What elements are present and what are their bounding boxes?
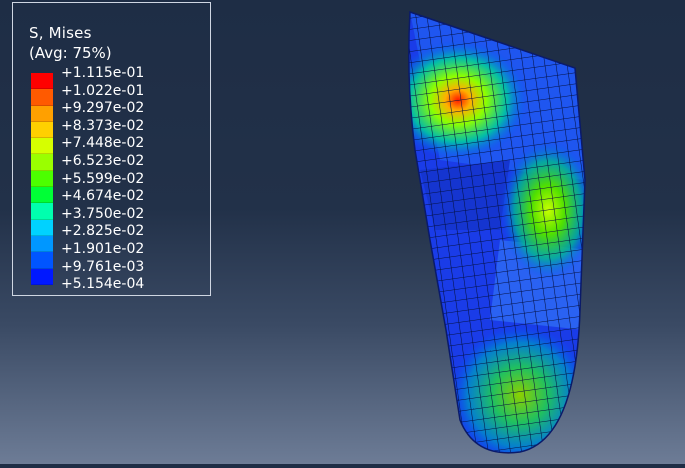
legend-tick-label: +3.750e-02 [61, 205, 145, 222]
legend-swatch [31, 105, 53, 122]
legend-swatch [31, 187, 53, 204]
legend-subtitle: (Avg: 75%) [29, 44, 112, 62]
legend-tick-label: +1.022e-01 [61, 82, 145, 99]
legend-swatch [31, 73, 53, 90]
legend-panel: S, Mises (Avg: 75%) +1.115e-01 +1.022e-0… [12, 2, 211, 296]
legend-tick-label: +2.825e-02 [61, 223, 145, 240]
legend-swatch [31, 89, 53, 106]
legend-tick-labels: +1.115e-01 +1.022e-01 +9.297e-02 +8.373e… [61, 65, 211, 294]
foot-mesh-model [408, 10, 586, 454]
legend-tick-label: +4.674e-02 [61, 188, 145, 205]
legend-swatch [31, 170, 53, 188]
legend-tick-label: +9.761e-03 [61, 258, 145, 275]
legend-tick-label: +1.115e-01 [61, 65, 145, 81]
legend-swatch [31, 138, 53, 155]
legend-swatch [31, 219, 53, 236]
legend-swatch [31, 268, 53, 285]
legend-title: S, Mises [29, 24, 92, 42]
legend-color-bar [31, 73, 53, 285]
legend-tick-label: +7.448e-02 [61, 135, 145, 152]
legend-swatch [31, 203, 53, 220]
model-viewport[interactable] [380, 0, 685, 464]
legend-swatch [31, 252, 53, 269]
legend-tick-label: +5.154e-04 [61, 276, 145, 293]
legend-swatch [31, 235, 53, 253]
legend-tick-label: +1.901e-02 [61, 240, 145, 257]
legend-swatch [31, 154, 53, 171]
legend-tick-label: +5.599e-02 [61, 170, 145, 187]
legend-tick-label: +9.297e-02 [61, 100, 145, 117]
legend-tick-label: +8.373e-02 [61, 117, 145, 134]
legend-swatch [31, 121, 53, 139]
legend-tick-label: +6.523e-02 [61, 152, 145, 169]
